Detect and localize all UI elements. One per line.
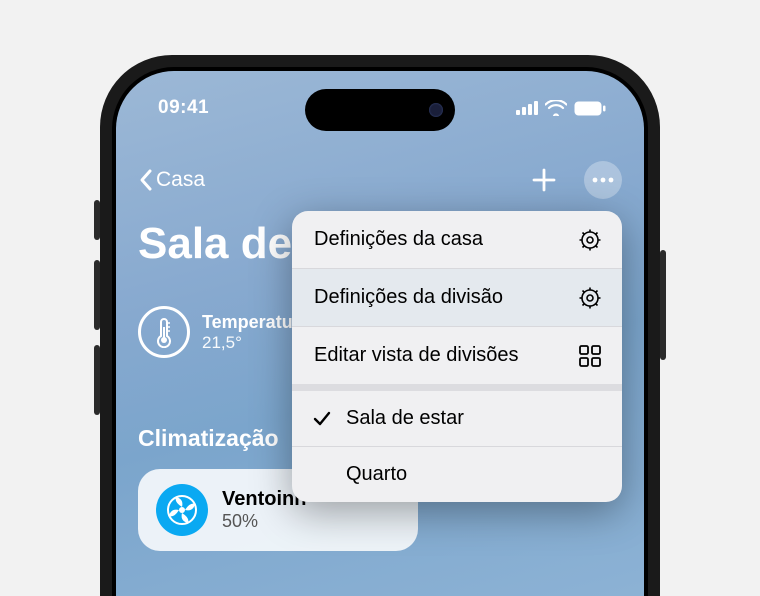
camera-icon <box>429 103 443 117</box>
battery-icon <box>574 101 606 116</box>
chevron-left-icon <box>138 168 154 192</box>
screen: 09:41 <box>116 71 644 596</box>
page-title: Sala de <box>138 219 292 269</box>
accessory-value: 50% <box>222 511 306 532</box>
grid-icon <box>578 344 602 368</box>
menu-item-edit-rooms[interactable]: Editar vista de divisões <box>292 327 622 384</box>
climate-section-label: Climatização <box>138 425 279 452</box>
more-button[interactable] <box>584 161 622 199</box>
fan-icon <box>156 484 208 536</box>
menu-label: Definições da casa <box>314 227 483 252</box>
menu-label: Definições da divisão <box>314 285 503 310</box>
room-label: Sala de estar <box>346 407 464 430</box>
temperature-label: Temperatu <box>202 312 293 333</box>
back-button[interactable]: Casa <box>138 168 205 192</box>
checkmark-icon <box>312 411 332 427</box>
gear-icon <box>578 228 602 252</box>
temperature-value: 21,5° <box>202 333 293 353</box>
wifi-icon <box>545 100 567 116</box>
context-menu: Definições da casa Definições da divisão <box>292 211 622 502</box>
side-button <box>660 250 666 360</box>
cellular-icon <box>516 101 538 115</box>
menu-item-home-settings[interactable]: Definições da casa <box>292 211 622 268</box>
room-label: Quarto <box>346 463 407 486</box>
thermometer-icon <box>138 306 190 358</box>
phone-frame: 09:41 <box>100 55 660 596</box>
dynamic-island <box>305 89 455 131</box>
back-label: Casa <box>156 168 205 192</box>
menu-label: Editar vista de divisões <box>314 343 519 368</box>
add-button[interactable] <box>526 162 562 198</box>
gear-icon <box>578 286 602 310</box>
temperature-summary[interactable]: Temperatu 21,5° <box>138 306 293 358</box>
menu-item-room-settings[interactable]: Definições da divisão <box>292 269 622 326</box>
menu-room-quarto[interactable]: Quarto <box>292 447 622 502</box>
menu-room-sala-de-estar[interactable]: Sala de estar <box>292 391 622 446</box>
status-time: 09:41 <box>158 97 209 119</box>
